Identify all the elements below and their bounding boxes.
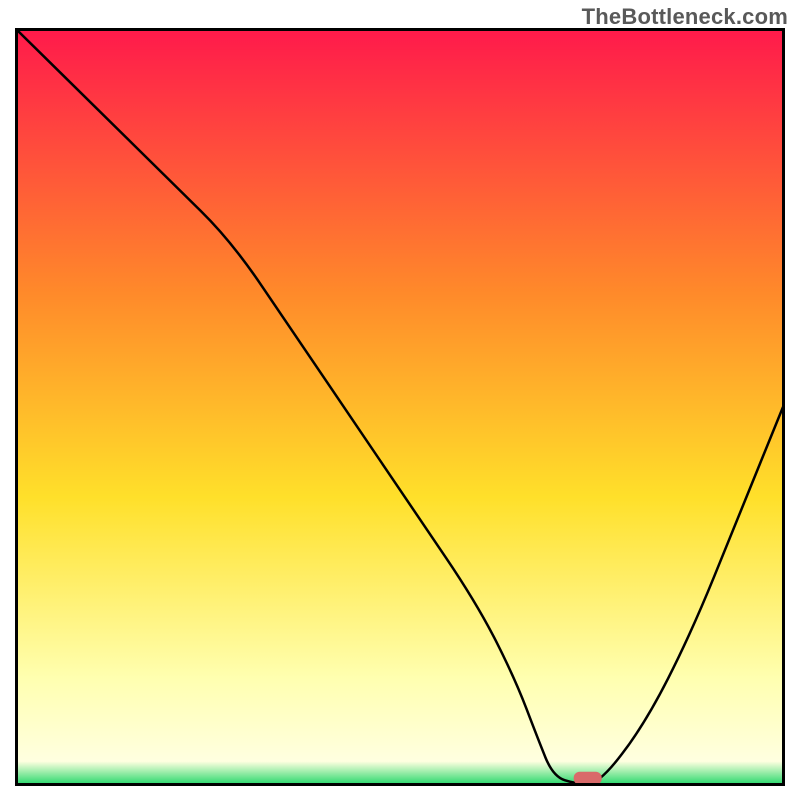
watermark-label: TheBottleneck.com [582,4,788,30]
bottleneck-plot [15,28,785,786]
optimum-marker [574,772,602,785]
chart-container: TheBottleneck.com [0,0,800,800]
plot-svg [15,28,785,786]
